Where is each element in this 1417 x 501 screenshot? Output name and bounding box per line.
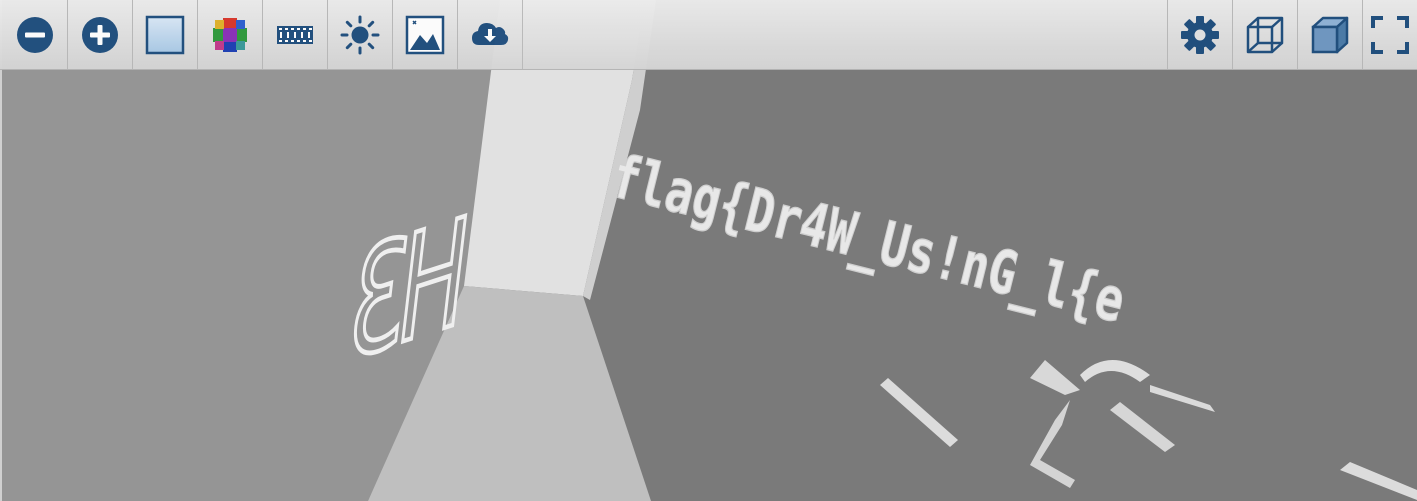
download-button[interactable] [458,0,523,69]
square-icon [145,15,185,54]
toolbar [0,0,1417,70]
cloud-download-icon [472,22,509,45]
color-mode-button[interactable] [198,0,263,69]
zoom-out-button[interactable] [3,0,68,69]
plus-circle-icon [82,16,118,53]
sun-icon [340,15,380,54]
film-strip-button[interactable] [263,0,328,69]
fullscreen-icon [1371,15,1409,54]
film-icon [277,25,313,44]
viewport-left-edge [0,0,2,501]
settings-button[interactable] [1167,0,1232,69]
plain-background-button[interactable] [133,0,198,69]
wireframe-button[interactable] [1232,0,1297,69]
image-button[interactable] [393,0,458,69]
zoom-in-button[interactable] [68,0,133,69]
gear-icon [1181,15,1219,54]
fullscreen-button[interactable] [1362,0,1417,69]
solid-cube-icon [1311,16,1349,53]
3d-viewport[interactable]: ƐH flag{Dr4W_Us!nG_l{e [0,0,1417,501]
scene-canvas[interactable]: ƐH flag{Dr4W_Us!nG_l{e [0,0,1417,501]
color-cross-icon [213,17,247,52]
minus-circle-icon [17,16,53,53]
wireframe-cube-icon [1246,16,1284,53]
solid-view-button[interactable] [1297,0,1362,69]
lighting-button[interactable] [328,0,393,69]
image-icon [405,15,445,54]
